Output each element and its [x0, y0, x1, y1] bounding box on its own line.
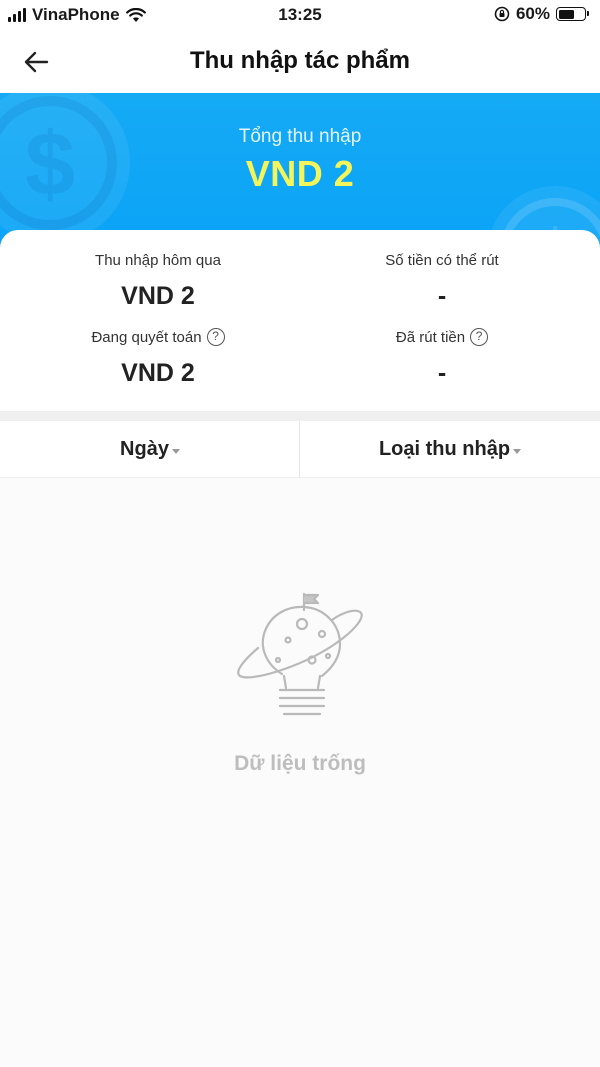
status-right: 60%: [494, 4, 589, 24]
stat-withdrawable: Số tiền có thể rút -: [292, 250, 592, 311]
planet-lightbulb-icon: [237, 592, 363, 716]
caret-down-icon: [513, 448, 522, 454]
empty-state-text: Dữ liệu trống: [234, 752, 366, 775]
total-income-banner: $ $ Tổng thu nhập VND 2: [0, 93, 600, 253]
total-income-amount: VND 2: [245, 153, 355, 194]
stat-label: Đã rút tiền: [395, 328, 466, 346]
income-type-filter-label: Loại thu nhập: [378, 438, 511, 460]
stat-label: Số tiền có thể rút: [385, 251, 499, 269]
stat-yesterday: Thu nhập hôm qua VND 2: [8, 250, 308, 311]
status-bar: VinaPhone 13:25 60%: [0, 0, 600, 30]
stat-value: -: [437, 282, 447, 310]
total-income-label: Tổng thu nhập: [238, 126, 362, 147]
stat-withdrawn: Đã rút tiền ? -: [292, 327, 592, 388]
section-divider: [0, 411, 600, 421]
filter-bar: Ngày Loại thu nhập: [0, 421, 600, 478]
income-stats-card: Thu nhập hôm qua VND 2 Số tiền có thể rú…: [0, 230, 600, 411]
stat-label: Đang quyết toán: [91, 328, 202, 346]
stat-label: Thu nhập hôm qua: [95, 251, 221, 269]
caret-down-icon: [171, 448, 180, 454]
stat-settling: Đang quyết toán ? VND 2: [8, 327, 308, 388]
date-filter-label: Ngày: [120, 438, 169, 460]
battery-percent: 60%: [515, 4, 550, 23]
income-type-filter-dropdown[interactable]: Loại thu nhập: [300, 421, 600, 478]
nav-bar: Thu nhập tác phẩm: [0, 30, 600, 93]
stat-value: VND 2: [121, 359, 195, 387]
help-icon[interactable]: ?: [470, 328, 489, 346]
date-filter-dropdown[interactable]: Ngày: [0, 421, 300, 478]
battery-icon: [556, 7, 589, 21]
help-icon[interactable]: ?: [206, 328, 225, 346]
orientation-lock-icon: [494, 6, 510, 22]
stat-value: VND 2: [121, 282, 195, 310]
stat-value: -: [437, 359, 447, 387]
page-title: Thu nhập tác phẩm: [189, 47, 410, 74]
